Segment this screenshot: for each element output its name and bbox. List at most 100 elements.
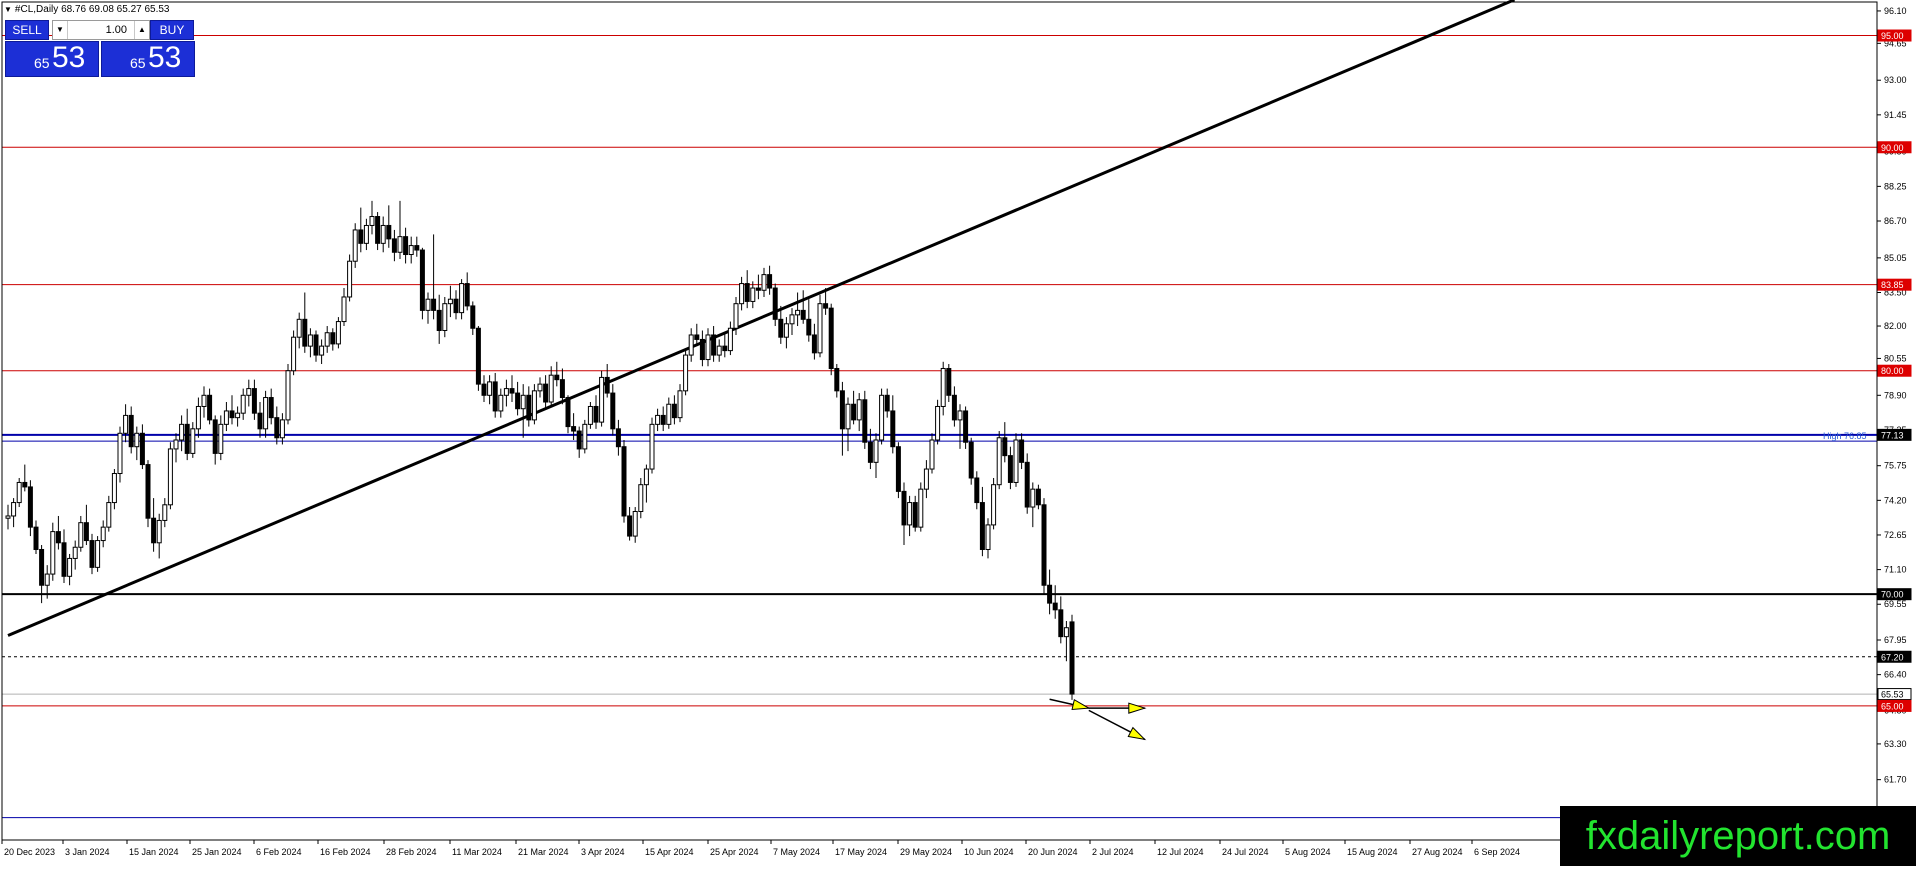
candle-body — [1047, 584, 1053, 604]
candle-body — [352, 229, 358, 262]
sell-price-button[interactable]: 65 53 — [5, 41, 99, 77]
x-tick-label: 16 Feb 2024 — [320, 847, 371, 857]
candle-body — [974, 477, 980, 504]
candle-body — [632, 511, 638, 537]
candle-body — [694, 334, 700, 340]
candle-body — [1041, 504, 1047, 586]
candle-body — [78, 522, 84, 548]
candle-body — [481, 383, 487, 396]
candle-body — [167, 448, 173, 506]
x-tick-label: 20 Dec 2023 — [4, 847, 55, 857]
level-price-label: 95.00 — [1881, 31, 1904, 41]
candle-body — [447, 298, 453, 305]
lot-decrease-icon[interactable]: ▼ — [53, 21, 68, 39]
candle-body — [139, 432, 145, 466]
candle-body — [963, 410, 969, 443]
candle-body — [548, 374, 554, 403]
symbol-dropdown-icon[interactable]: ▼ — [4, 5, 12, 14]
lot-increase-icon[interactable]: ▲ — [134, 21, 149, 39]
candle-body — [951, 394, 957, 421]
candle-body — [503, 388, 509, 396]
high-label: High 76.85 — [1823, 431, 1867, 441]
buy-price-button[interactable]: 65 53 — [101, 41, 195, 77]
buy-price-small: 65 — [130, 55, 146, 71]
candle-body — [442, 303, 448, 331]
x-tick-label: 15 Aug 2024 — [1347, 847, 1398, 857]
candle-body — [431, 298, 437, 311]
lot-size-value[interactable]: 1.00 — [69, 21, 133, 39]
candle-body — [184, 423, 190, 454]
level-price-label: 77.13 — [1881, 430, 1904, 440]
candle-body — [190, 428, 196, 454]
candle-body — [95, 540, 101, 568]
candle-body — [683, 354, 689, 392]
candle-body — [593, 405, 599, 423]
sell-button[interactable]: SELL — [5, 20, 49, 40]
candle-body — [912, 502, 918, 528]
x-tick-label: 25 Apr 2024 — [710, 847, 759, 857]
candle-body — [968, 441, 974, 479]
candle-body — [839, 390, 845, 430]
level-price-label: 80.00 — [1881, 366, 1904, 376]
candle-body — [940, 367, 946, 407]
candle-body — [739, 283, 745, 305]
chart-canvas[interactable]: High 76.85 96.1094.6593.0091.4589.8088.2… — [0, 0, 1916, 866]
candle-body — [918, 488, 924, 528]
x-tick-label: 2 Jul 2024 — [1092, 847, 1134, 857]
candle-body — [895, 446, 901, 492]
y-tick-label: 78.90 — [1884, 390, 1907, 400]
candle-body — [302, 318, 308, 347]
candle-body — [380, 224, 386, 244]
candle-body — [526, 394, 532, 421]
buy-button[interactable]: BUY — [150, 20, 194, 40]
candle-body — [576, 430, 582, 450]
y-tick-label: 80.55 — [1884, 353, 1907, 363]
candle-body — [800, 309, 806, 320]
candle-body — [246, 388, 252, 396]
lot-size-field[interactable]: ▼ 1.00 ▲ — [52, 20, 150, 40]
candle-body — [699, 338, 705, 361]
candle-body — [279, 419, 285, 439]
x-tick-label: 25 Jan 2024 — [192, 847, 242, 857]
candle-body — [979, 502, 985, 550]
y-tick-label: 63.30 — [1884, 739, 1907, 749]
candle-body — [554, 374, 560, 381]
x-tick-label: 15 Apr 2024 — [645, 847, 694, 857]
candle-body — [823, 303, 829, 309]
candle-body — [235, 412, 241, 419]
candle-body — [218, 423, 224, 454]
candle-body — [1002, 437, 1008, 457]
candle-body — [156, 519, 162, 544]
candle-body — [464, 283, 470, 307]
candle-body — [750, 287, 756, 302]
candle-body — [72, 546, 78, 559]
candle-body — [643, 468, 649, 486]
candle-body — [610, 392, 616, 430]
candle-body — [408, 245, 414, 256]
price-chart[interactable]: High 76.85 96.1094.6593.0091.4589.8088.2… — [0, 0, 1916, 866]
candle-body — [5, 515, 11, 519]
candle-body — [419, 249, 425, 311]
x-tick-label: 17 May 2024 — [835, 847, 887, 857]
candle-body — [61, 542, 67, 577]
y-tick-label: 93.00 — [1884, 75, 1907, 85]
candle-body — [324, 332, 330, 347]
candle-body — [655, 414, 661, 425]
y-tick-label: 86.70 — [1884, 216, 1907, 226]
candle-body — [106, 502, 112, 528]
candle-body — [487, 381, 493, 396]
candle-body — [111, 473, 117, 504]
y-tick-label: 91.45 — [1884, 110, 1907, 120]
y-tick-label: 67.95 — [1884, 635, 1907, 645]
candle-body — [705, 334, 711, 361]
candle-body — [285, 370, 291, 421]
y-tick-label: 61.70 — [1884, 775, 1907, 785]
buy-price-big: 53 — [148, 41, 182, 74]
candle-body — [929, 439, 935, 470]
candle-body — [621, 446, 627, 517]
level-price-label: 70.00 — [1881, 590, 1904, 600]
y-tick-label: 85.05 — [1884, 253, 1907, 263]
y-tick-label: 72.65 — [1884, 530, 1907, 540]
candle-body — [571, 426, 577, 432]
x-tick-label: 3 Apr 2024 — [581, 847, 625, 857]
